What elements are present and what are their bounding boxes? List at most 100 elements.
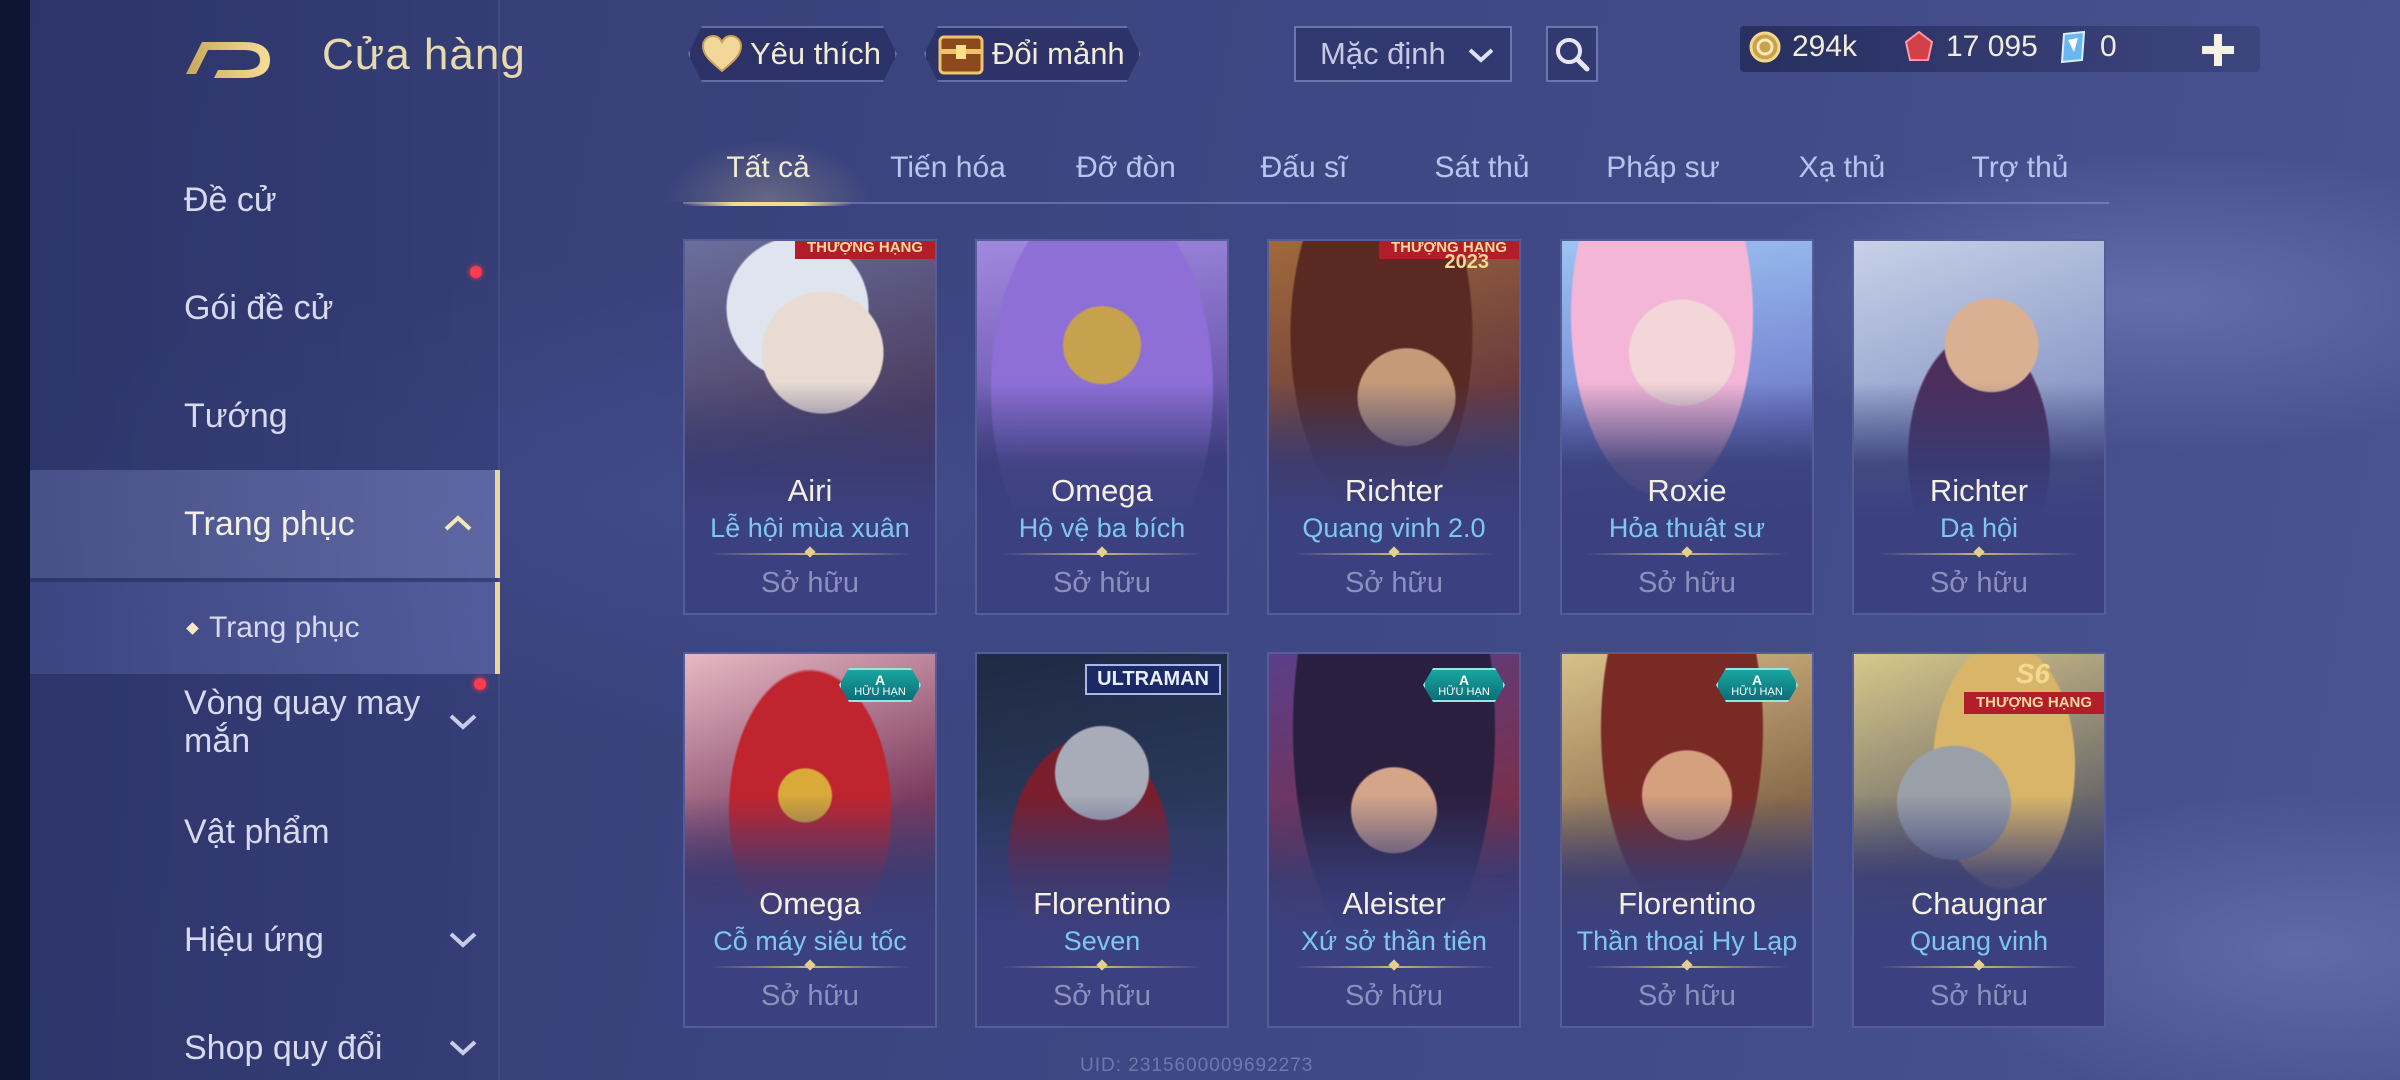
sidebar-item-effects[interactable]: Hiệu ứng [30,886,500,994]
badge-text: HỮU HẠN [1438,686,1490,698]
tab-support[interactable]: Trợ thủ [1935,140,2105,202]
fragment-exchange-button[interactable]: Đổi mảnh [924,26,1141,82]
owned-status: Sở hữu [1052,567,1152,599]
sort-dropdown[interactable]: Mặc định [1294,26,1512,82]
favorites-label: Yêu thích [750,36,881,71]
sidebar-item-label: Vòng quay may mắn [184,684,421,760]
tab-label: Đấu sĩ [1260,151,1348,184]
skin-name: Lễ hội mùa xuân [710,513,910,543]
plus-icon [2202,34,2234,66]
skin-name: Quang vinh 2.0 [1302,513,1486,543]
sidebar-item-heroes[interactable]: Tướng [30,362,500,470]
tab-marksman[interactable]: Xạ thủ [1757,140,1927,202]
skin-card[interactable]: Roxie Hỏa thuật sư Sở hữu [1560,239,1814,615]
owned-status: Sở hữu [1929,567,2029,599]
chevron-down-icon [448,925,478,956]
skin-card[interactable]: Omega Hộ vệ ba bích Sở hữu [975,239,1229,615]
gem-amount: 0 [2100,30,2117,63]
top-up-button[interactable] [2198,24,2238,77]
voucher-amount: 17 095 [1946,30,2038,63]
tab-label: Sát thủ [1434,151,1530,184]
card-divider [1001,553,1203,555]
skin-card[interactable]: THƯỢNG HẠNG Airi Lễ hội mùa xuân Sở hữu [683,239,937,615]
tab-fighter[interactable]: Đấu sĩ [1219,140,1389,202]
hero-name: Florentino [1033,886,1171,921]
skin-name: Dạ hội [1939,513,2019,543]
owned-status: Sở hữu [760,567,860,599]
hero-name: Florentino [1618,886,1756,921]
sidebar-item-recommended[interactable]: Đề cử [30,146,500,254]
hero-name: Omega [1051,473,1153,508]
skin-card[interactable]: A HỮU HẠN Omega Cỗ máy siêu tốc Sở hữu [683,652,937,1028]
screen-bezel [0,0,30,1080]
favorites-button[interactable]: Yêu thích [688,26,897,82]
page-title: Cửa hàng [322,30,526,79]
category-tabs: Tất cả Tiến hóa Đỡ đòn Đấu sĩ Sát thủ Ph… [663,140,2109,206]
card-divider [1878,966,2080,968]
limited-badge: A HỮU HẠN [839,668,921,702]
notification-dot [470,266,482,278]
tab-assassin[interactable]: Sát thủ [1397,140,1567,202]
card-divider [709,553,911,555]
owned-status: Sở hữu [1637,567,1737,599]
sidebar-item-label: Gói đề cử [184,288,334,327]
chevron-down-icon [448,703,478,741]
hero-name: Omega [759,886,861,921]
back-button[interactable] [180,28,280,88]
hero-name: Aleister [1342,886,1446,921]
card-divider [1586,553,1788,555]
tab-label: Pháp sư [1606,151,1720,184]
hero-name: Airi [787,473,833,508]
skin-card[interactable]: THƯỢNG HẠNG 2023 Richter Quang vinh 2.0 … [1267,239,1521,615]
sidebar-item-lucky-spin[interactable]: Vòng quay may mắn [30,668,500,776]
sidebar-item-bundles[interactable]: Gói đề cử [30,254,500,362]
skin-card[interactable]: A HỮU HẠN Aleister Xứ sở thần tiên Sở hữu [1267,652,1521,1028]
card-divider [1001,966,1203,968]
sidebar-item-label: Trang phục [184,504,355,543]
treasure-chest-icon [936,31,986,77]
skin-card[interactable]: A HỮU HẠN Florentino Thần thoại Hy Lạp Sở… [1560,652,1814,1028]
sidebar-item-label: Hiệu ứng [184,920,324,959]
tab-label: Tiến hóa [890,151,1006,184]
sidebar-subitem-skins[interactable]: Trang phục [30,582,500,674]
owned-status: Sở hữu [1344,567,1444,599]
skin-name: Quang vinh [1909,926,2049,956]
sidebar-item-label: Đề cử [184,180,277,219]
user-id-watermark: UID: 2315600009692273 [1080,1055,1314,1076]
skin-name: Cỗ máy siêu tốc [713,926,907,956]
skin-name: Xứ sở thần tiên [1301,926,1487,956]
heart-icon [700,34,744,74]
year-label: 2023 [1444,251,1490,273]
chevron-down-icon [1468,48,1494,63]
skin-name: Hỏa thuật sư [1608,513,1766,543]
skin-name: Hộ vệ ba bích [1018,513,1186,543]
tab-evolution[interactable]: Tiến hóa [863,140,1033,202]
skin-card[interactable]: ULTRAMAN Florentino Seven Sở hữu [975,652,1229,1028]
badge-text: HỮU HẠN [1731,686,1783,698]
skin-card[interactable]: Richter Dạ hội Sở hữu [1852,239,2106,615]
search-button[interactable] [1546,26,1598,82]
card-divider [1293,553,1495,555]
tab-mage[interactable]: Pháp sư [1575,140,1751,202]
owned-status: Sở hữu [1052,980,1152,1012]
hero-name: Richter [1929,473,2029,508]
sort-dropdown-value: Mặc định [1320,36,1446,71]
owned-status: Sở hữu [1637,980,1737,1012]
notification-dot [474,678,486,690]
fragment-exchange-label: Đổi mảnh [992,36,1125,71]
skin-name: Thần thoại Hy Lạp [1576,926,1798,956]
tab-tank[interactable]: Đỡ đòn [1041,140,1211,202]
sidebar-subitem-label: Trang phục [209,611,360,644]
sidebar-item-skins[interactable]: Trang phục [30,470,500,578]
badge-tier: A [1458,672,1470,688]
skin-card[interactable]: S6 THƯỢNG HẠNG Chaugnar Quang vinh Sở hữ… [1852,652,2106,1028]
card-divider [1878,553,2080,555]
voucher-icon [1904,30,1934,61]
hero-name: Roxie [1647,473,1727,508]
chevron-up-icon [443,509,473,540]
sidebar-item-exchange-shop[interactable]: Shop quy đổi [30,994,500,1080]
card-divider [709,966,911,968]
sidebar-item-items[interactable]: Vật phẩm [30,778,500,886]
tab-all[interactable]: Tất cả [663,140,873,206]
voucher-balance: 17 095 [1902,30,2038,64]
